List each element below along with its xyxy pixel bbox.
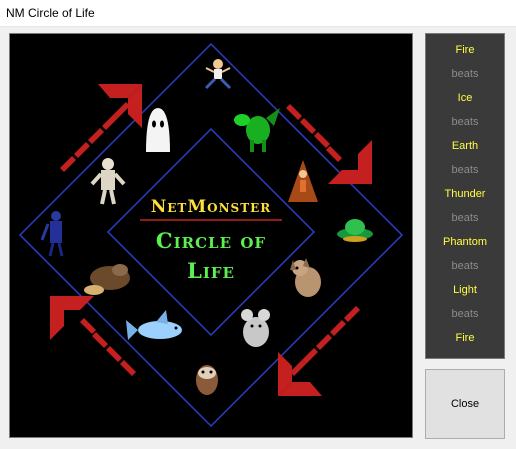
window-title: NM Circle of Life xyxy=(6,6,95,20)
cycle-item-ice: Ice xyxy=(457,92,473,104)
arrow-bottom-right-icon xyxy=(278,306,360,396)
cycle-item-earth: Earth xyxy=(451,140,479,152)
cycle-item-beats: beats xyxy=(451,68,479,80)
mouse-monster-icon xyxy=(241,309,270,347)
green-dragon-monster-icon xyxy=(234,108,280,152)
cycle-item-fire: Fire xyxy=(455,332,475,344)
cycle-item-light: Light xyxy=(453,284,477,296)
cycle-item-beats: beats xyxy=(451,212,479,224)
flying-fish-monster-icon xyxy=(126,310,182,340)
title-bar: NM Circle of Life xyxy=(0,0,516,27)
mummy-monster-icon xyxy=(90,158,126,205)
cycle-item-thunder: Thunder xyxy=(444,188,486,200)
cycle-item-beats: beats xyxy=(451,164,479,176)
mole-monster-icon xyxy=(84,264,130,295)
blue-knight-monster-icon xyxy=(40,211,64,257)
close-button[interactable]: Close xyxy=(425,369,505,439)
logo-line-3: Life xyxy=(187,258,235,283)
puppy-monster-icon xyxy=(290,258,321,297)
flying-saucer-monster-icon xyxy=(337,219,373,242)
circle-of-life-diagram: NetMonster Circle of Life xyxy=(9,33,413,438)
cycle-item-beats: beats xyxy=(451,116,479,128)
element-cycle-panel: Fire beats Ice beats Earth beats Thunder… xyxy=(425,33,505,359)
logo-line-2: Circle of xyxy=(156,228,266,253)
cycle-item-phantom: Phantom xyxy=(442,236,488,248)
jumping-kid-monster-icon xyxy=(204,59,232,90)
logo-line-1: NetMonster xyxy=(151,197,272,217)
cycle-item-beats: beats xyxy=(451,260,479,272)
ghost-monster-icon xyxy=(146,108,170,152)
cycle-item-beats: beats xyxy=(451,308,479,320)
arrow-top-left-icon xyxy=(60,84,142,172)
owl-monster-icon xyxy=(196,365,218,395)
wizard-monster-icon xyxy=(288,160,318,202)
cycle-item-fire: Fire xyxy=(455,44,475,56)
